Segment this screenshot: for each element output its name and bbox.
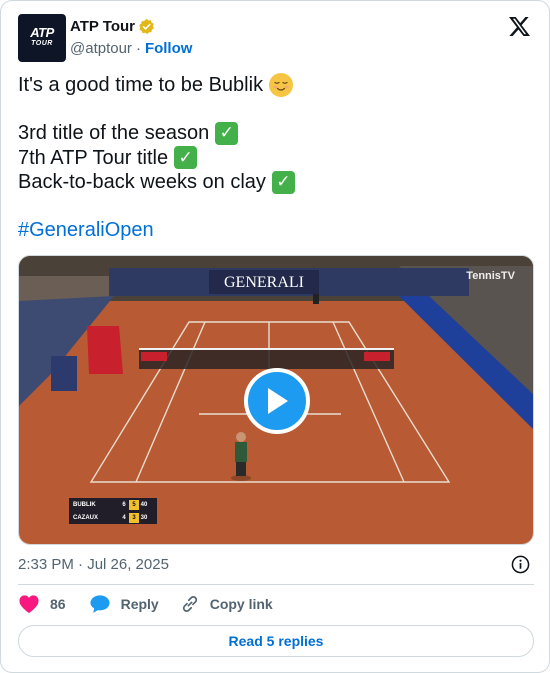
- check-mark-emoji-icon: ✓: [271, 170, 295, 194]
- reply-label: Reply: [120, 596, 159, 612]
- copy-link-button[interactable]: Copy link: [180, 594, 273, 614]
- scoreboard-row: CAZAUX 4 3 30: [73, 512, 148, 523]
- tweet-card: ATP TOUR ATP Tour @atptour · Follow It's…: [0, 0, 550, 673]
- handle[interactable]: @atptour: [70, 40, 132, 57]
- tweet-line-4: Back-to-back weeks on clay: [18, 171, 266, 193]
- handle-row: @atptour · Follow: [70, 40, 192, 57]
- check-mark-emoji-icon: ✓: [215, 121, 239, 145]
- check-mark-emoji-icon: ✓: [174, 146, 198, 170]
- tweet-line-3: 7th ATP Tour title: [18, 146, 169, 169]
- divider: [18, 584, 534, 585]
- tennistv-watermark: TennisTV: [466, 270, 515, 282]
- link-icon: [182, 596, 197, 612]
- action-bar: 86 Reply Copy link: [18, 594, 273, 614]
- author-name-row[interactable]: ATP Tour: [70, 18, 155, 35]
- x-logo-icon[interactable]: [508, 16, 531, 37]
- play-button[interactable]: [244, 368, 310, 434]
- timestamp[interactable]: 2:33 PM · Jul 26, 2025: [18, 556, 169, 573]
- like-count: 86: [50, 596, 66, 612]
- hashtag-link[interactable]: #GeneraliOpen: [18, 218, 154, 243]
- follow-button[interactable]: Follow: [145, 40, 193, 57]
- avatar[interactable]: ATP TOUR: [18, 14, 66, 62]
- atp-logo: ATP TOUR: [30, 25, 54, 47]
- read-replies-button[interactable]: Read 5 replies: [18, 625, 534, 657]
- copy-link-label: Copy link: [209, 596, 273, 612]
- relieved-face-emoji-icon: [269, 73, 294, 98]
- verified-badge-icon: [139, 18, 154, 35]
- info-icon[interactable]: [511, 555, 530, 574]
- separator: ·: [135, 40, 141, 57]
- heart-icon: [19, 595, 39, 614]
- tweet-line-2: 3rd title of the season: [18, 122, 210, 144]
- tweet-text: It's a good time to be Bublik 3rd title …: [18, 73, 528, 243]
- scoreboard: BUBLIK 6 5 40 CAZAUX 4 3 30: [69, 498, 157, 524]
- like-button[interactable]: 86: [18, 594, 66, 614]
- sponsor-banner-text: GENERALI: [224, 274, 304, 291]
- tweet-line-1: It's a good time to be Bublik: [18, 74, 264, 96]
- display-name[interactable]: ATP Tour: [70, 18, 135, 35]
- scoreboard-row: BUBLIK 6 5 40: [73, 499, 148, 510]
- reply-bubble-icon: [90, 595, 110, 613]
- reply-button[interactable]: Reply: [89, 594, 159, 614]
- video-media[interactable]: GENERALI TennisTV BUBLIK 6 5 40 CAZAUX 4…: [18, 255, 534, 545]
- play-icon: [268, 388, 288, 414]
